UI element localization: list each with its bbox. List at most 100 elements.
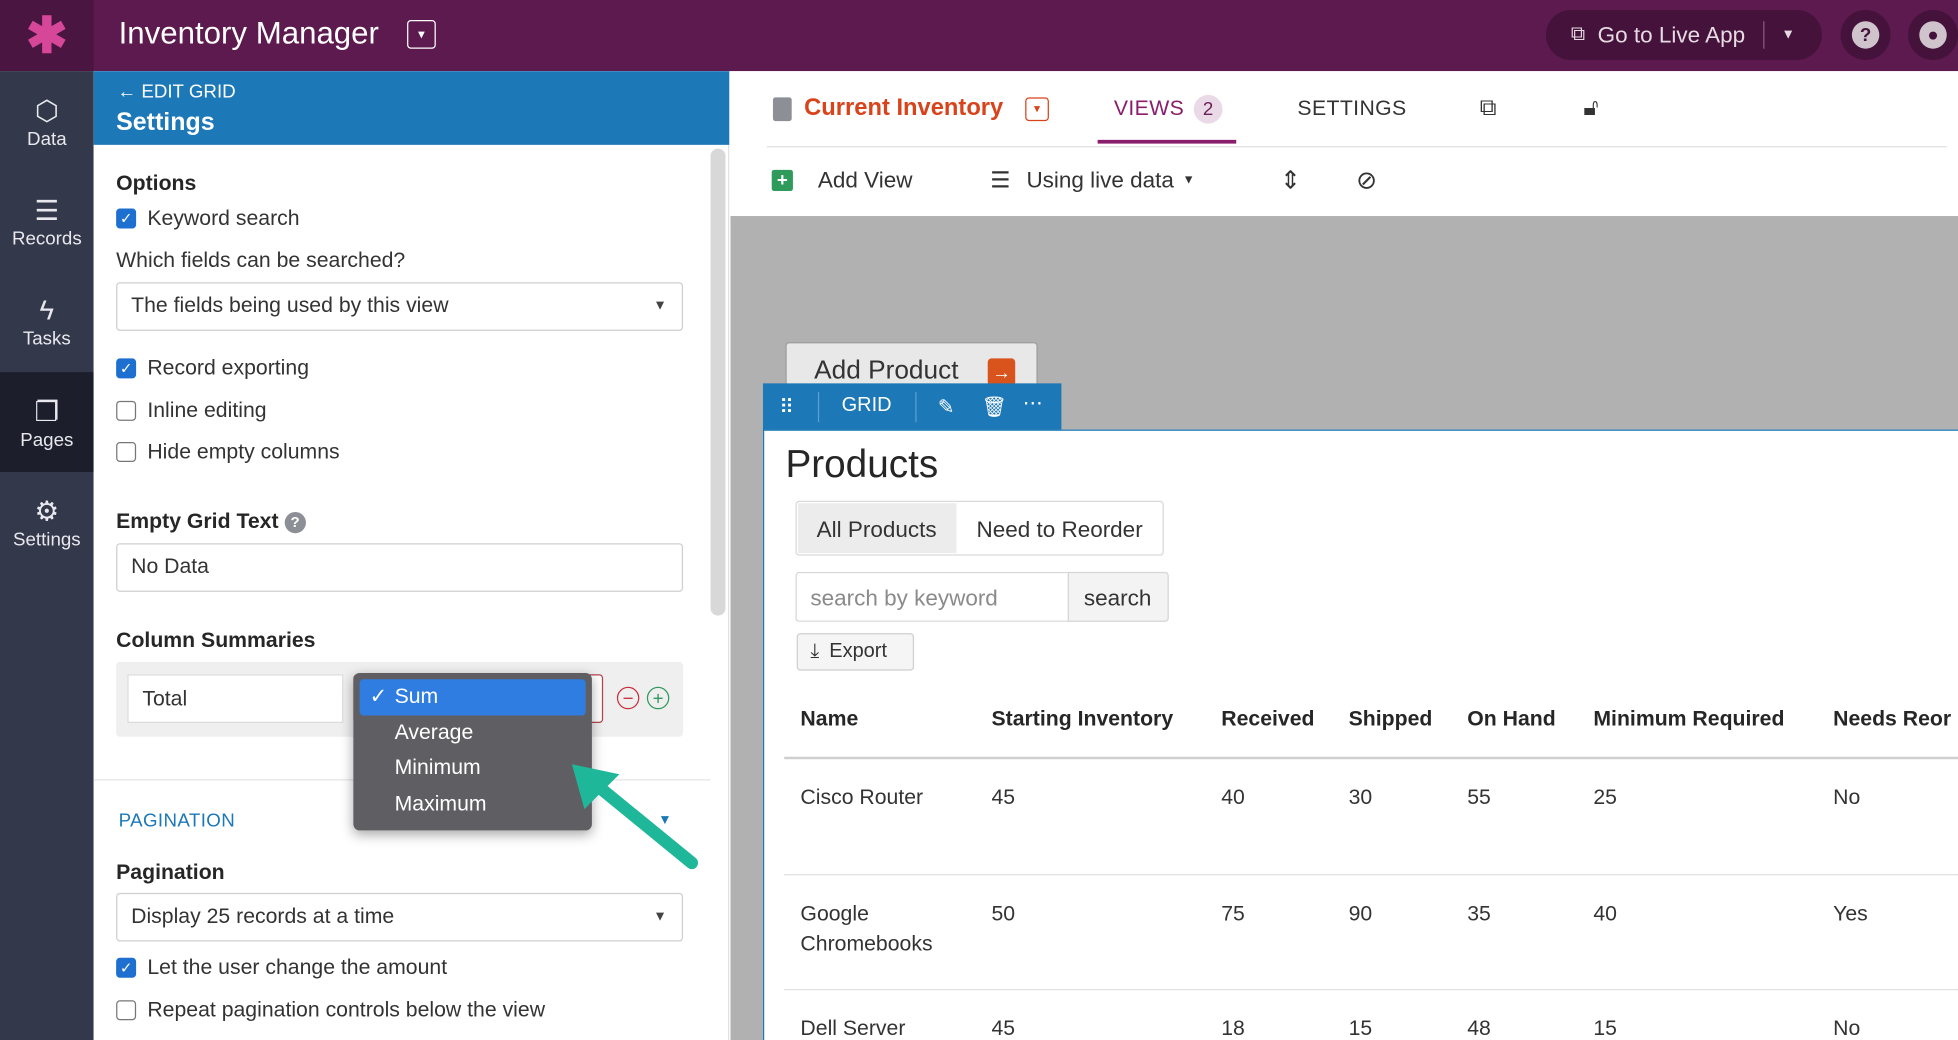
record-exporting-checkbox[interactable]: ✓ Record exporting [116,356,309,381]
nav-item-tasks[interactable]: ϟ Tasks [0,271,94,371]
column-header-received[interactable]: Received [1221,707,1314,732]
pages-icon: ❐ [34,395,60,427]
option-maximum[interactable]: Maximum [360,786,586,822]
keyword-search-input[interactable]: search by keyword [795,571,1069,622]
go-to-live-app-button[interactable]: ⧉ Go to Live App ▼ [1545,9,1822,60]
divider [817,392,820,423]
view-title: Products [785,442,939,486]
hide-tags-icon[interactable]: ⊘ [1356,165,1377,196]
cell-minimum-required: 15 [1593,1016,1617,1040]
column-header-minimum-required[interactable]: Minimum Required [1593,707,1784,732]
drag-handle-icon[interactable]: ⠿ [779,395,794,420]
nav-item-settings[interactable]: ⚙ Settings [0,472,94,572]
page-toolbar [730,71,1958,217]
export-button[interactable]: ⤓ Export [796,633,915,671]
let-user-change-checkbox[interactable]: ✓ Let the user change the amount [116,955,447,980]
caret-down-icon[interactable]: ▼ [1183,174,1195,188]
keyword-search-checkbox[interactable]: ✓ Keyword search [116,206,300,231]
lock-icon[interactable]: 🔓︎ [1583,95,1598,122]
panel-scrollbar[interactable] [710,148,726,616]
cell-needs-reorder: Yes [1833,901,1868,926]
cell-starting-inventory: 45 [991,1016,1016,1040]
option-label: Average [394,719,474,744]
cubes-icon: ⬡ [34,94,59,126]
search-fields-value: The fields being used by this view [131,293,449,318]
record-exporting-label: Record exporting [147,355,310,380]
expand-vertical-icon[interactable]: ⇕ [1280,165,1301,196]
help-icon[interactable]: ? [284,511,306,534]
option-label: Maximum [394,791,487,815]
divider [766,146,1947,148]
inline-editing-label: Inline editing [147,398,267,423]
pagination-select[interactable]: Display 25 records at a time ▼ [116,892,684,942]
option-minimum[interactable]: Minimum [360,750,586,786]
plus-square-icon[interactable]: + [771,169,793,192]
tab-settings[interactable]: SETTINGS [1297,96,1406,121]
column-header-needs-reorder[interactable]: Needs Reor [1833,707,1951,732]
lightning-icon: ϟ [39,294,55,326]
cell-on-hand: 48 [1467,1016,1491,1040]
column-header-name[interactable]: Name [800,707,858,732]
page-menu-chevron-icon[interactable]: ▾ [1025,97,1049,122]
nav-item-records[interactable]: ☰ Records [0,171,94,271]
search-button[interactable]: search [1067,571,1169,622]
empty-grid-text-input[interactable]: No Data [116,543,684,592]
nav-item-pages[interactable]: ❐ Pages [0,372,94,473]
row-divider [784,874,1958,876]
cell-received: 75 [1221,901,1245,926]
empty-grid-text-heading: Empty Grid Text ? [116,509,306,534]
more-options-icon[interactable]: ⋯ [1023,391,1043,416]
caret-down-icon: ▼ [653,298,667,314]
option-average[interactable]: Average [360,715,586,751]
tab-views[interactable]: VIEWS [1114,96,1184,121]
option-sum[interactable]: ✓ Sum [359,679,586,715]
add-summary-icon[interactable]: + [646,686,670,710]
column-header-shipped[interactable]: Shipped [1349,707,1433,732]
nav-label: Data [27,127,67,150]
checkbox-checked-icon: ✓ [116,957,137,978]
inline-editing-checkbox[interactable]: Inline editing [116,398,267,423]
app-logo-icon[interactable]: ✱ [0,0,94,72]
back-link[interactable]: ← EDIT GRID [117,81,235,102]
filter-need-to-reorder[interactable]: Need to Reorder [976,517,1142,543]
external-link-icon[interactable]: ⧉ [1480,95,1497,122]
help-button[interactable]: ? [1840,9,1891,60]
column-summaries-heading: Column Summaries [116,628,316,652]
arrow-left-icon: ← [117,81,137,103]
empty-grid-text-label: Empty Grid Text [116,509,279,534]
column-header-on-hand[interactable]: On Hand [1467,707,1555,732]
filter-menu: All Products Need to Reorder [795,500,1164,556]
let-user-change-label: Let the user change the amount [147,955,448,979]
document-icon [772,97,792,122]
keyword-search-label: Keyword search [147,206,300,230]
database-icon: ☰ [34,194,60,226]
live-app-label: Go to Live App [1597,21,1746,47]
hide-empty-columns-checkbox[interactable]: Hide empty columns [116,440,340,465]
edit-pencil-icon[interactable]: ✎ [938,395,955,420]
chevron-down-icon[interactable]: ▼ [1781,27,1795,42]
checkbox-checked-icon: ✓ [116,358,137,379]
repeat-pagination-checkbox[interactable]: Repeat pagination controls below the vie… [116,998,545,1023]
cell-needs-reorder: No [1833,1016,1861,1040]
options-heading: Options [116,171,197,195]
divider [915,392,917,423]
trash-icon[interactable]: 🗑︎ [981,395,1006,420]
nav-item-data[interactable]: ⬡ Data [0,71,94,171]
app-menu-chevron-icon[interactable]: ▾ [407,19,436,49]
pagination-section-toggle[interactable]: PAGINATION [119,810,236,831]
live-data-toggle[interactable]: Using live data [1026,167,1173,193]
views-count-badge: 2 [1193,94,1223,124]
search-fields-select[interactable]: The fields being used by this view ▼ [116,282,684,331]
cell-shipped: 90 [1348,901,1373,926]
download-icon: ⤓ [810,640,820,662]
nav-label: Tasks [22,327,71,350]
column-header-starting-inventory[interactable]: Starting Inventory [991,707,1173,732]
pagination-heading: Pagination [116,860,225,885]
account-button[interactable]: ● [1908,9,1958,60]
nav-label: Records [11,227,82,250]
add-view-button[interactable]: Add View [818,167,913,193]
filter-all-products[interactable]: All Products [797,503,957,554]
summary-name-input[interactable]: Total [127,674,344,724]
page-name[interactable]: Current Inventory [804,95,1003,122]
remove-summary-icon[interactable]: − [616,686,640,710]
